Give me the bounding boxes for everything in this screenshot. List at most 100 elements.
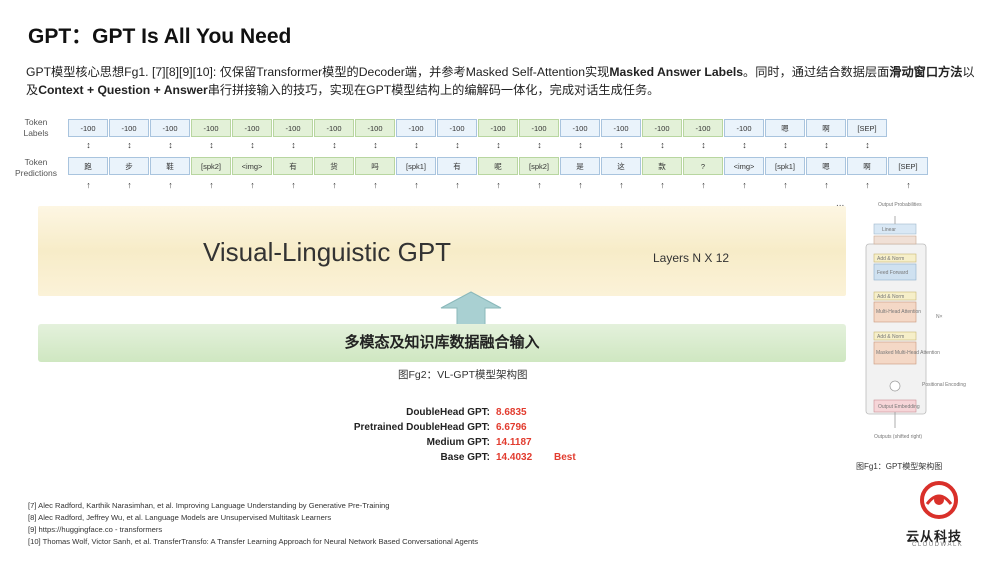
token-cell: 步 <box>109 157 149 175</box>
token-labels-row: -100 -100 -100 -100 -100 -100 -100 -100 -100 -100… <box>68 119 888 137</box>
arrow-icon: ↑ <box>250 180 255 190</box>
token-cell: [spk2] <box>519 157 559 175</box>
fig1-label: Output Probabilities <box>878 202 922 208</box>
token-cell: <img> <box>724 157 764 175</box>
arrow-icon: ↑ <box>619 180 624 190</box>
token-cell: -100 <box>68 119 108 137</box>
arrow-icon: ↕ <box>701 140 706 150</box>
token-cell: -100 <box>683 119 723 137</box>
fig1-label: N× <box>936 314 943 320</box>
results-table: DoubleHead GPT: 8.6835 Pretrained DoubleHe… <box>300 405 600 465</box>
arrow-icon: ↑ <box>373 180 378 190</box>
page-title: GPT：GPT Is All You Need <box>28 25 292 48</box>
fig1-label: Add & Norm <box>877 256 904 262</box>
token-cell: 有 <box>273 157 313 175</box>
token-cell: -100 <box>273 119 313 137</box>
arrow-icon: ↕ <box>578 140 583 150</box>
fig1-label: Feed Forward <box>877 270 908 276</box>
token-cell: -100 <box>355 119 395 137</box>
arrow-icon: ↕ <box>619 140 624 150</box>
token-cell: -100 <box>560 119 600 137</box>
result-score: 6.6796 <box>496 422 527 433</box>
result-row: DoubleHead GPT: 8.6835 <box>300 405 600 420</box>
arrow-icon: ↑ <box>906 180 911 190</box>
token-cell: -100 <box>601 119 641 137</box>
arrow-icon: ↕ <box>332 140 337 150</box>
fig1-label: Linear <box>882 227 896 233</box>
fig1-label: Positional Encoding <box>922 382 966 388</box>
token-cell: [spk1] <box>765 157 805 175</box>
token-cell: 啊 <box>847 157 887 175</box>
reference-item: [7] Alec Radford, Karthik Narasimhan, et… <box>28 501 390 510</box>
token-predictions-title: Token Predictions <box>14 157 58 178</box>
arrow-icon: ↕ <box>168 140 173 150</box>
description: GPT模型核心思想Fg1. [7][8][9][10]: 仅保留Transfor… <box>26 65 975 97</box>
references: [7] Alec Radford, Karthik Narasimhan, et… <box>28 500 478 548</box>
token-predictions-row: 跑步鞋 [spk2] <img> 有货吗 [spk1] 有呢 [spk2] 是这款? <img>… <box>68 157 929 175</box>
result-model-name: Medium GPT: <box>426 437 490 448</box>
fusion-input-label: 多模态及知识库数据融合输入 <box>344 334 540 351</box>
token-cell: <img> <box>232 157 272 175</box>
token-cell: -100 <box>642 119 682 137</box>
token-cell: 款 <box>642 157 682 175</box>
token-cell: -100 <box>478 119 518 137</box>
arrow-icon: ↕ <box>127 140 132 150</box>
arrow-icon: ↑ <box>578 180 583 190</box>
token-cell: -100 <box>191 119 231 137</box>
token-cell: ? <box>683 157 723 175</box>
arrow-icon: ↕ <box>209 140 214 150</box>
arrow-icon: ↑ <box>127 180 132 190</box>
big-up-arrow-icon <box>440 291 502 326</box>
arrow-icon: ↑ <box>291 180 296 190</box>
cloudwalk-logo-icon <box>920 481 958 519</box>
fig1-label: Outputs (shifted right) <box>874 434 922 440</box>
ellipsis: ... <box>836 198 845 209</box>
token-cell: 是 <box>560 157 600 175</box>
arrow-icon: ↕ <box>496 140 501 150</box>
logo-sub: CLOUDWALK <box>912 542 964 548</box>
arrow-icon: ↑ <box>168 180 173 190</box>
arrow-icon: ↑ <box>86 180 91 190</box>
arrow-icon: ↑ <box>824 180 829 190</box>
result-score: 8.6835 <box>496 407 527 418</box>
result-row: Medium GPT: 14.1187 <box>300 435 600 450</box>
gpt-architecture-diagram: Output Probabilities Linear Add & Norm F… <box>865 202 966 440</box>
result-score: 14.1187 <box>496 437 532 448</box>
arrow-icon: ↕ <box>537 140 542 150</box>
arrow-icon: ↕ <box>86 140 91 150</box>
token-cell: -100 <box>519 119 559 137</box>
arrow-icon: ↑ <box>496 180 501 190</box>
arrow-icon: ↑ <box>537 180 542 190</box>
token-cell: 嗯 <box>765 119 805 137</box>
arrow-icon: ↕ <box>742 140 747 150</box>
result-model-name: Pretrained DoubleHead GPT: <box>353 422 490 433</box>
arrow-icon: ↕ <box>824 140 829 150</box>
result-model-name: Base GPT: <box>440 452 490 463</box>
reference-item: [8] Alec Radford, Jeffrey Wu, et al. Lan… <box>28 513 332 522</box>
arrow-icon: ↑ <box>414 180 419 190</box>
arrow-icon: ↕ <box>783 140 788 150</box>
fig1-label: Add & Norm <box>877 334 904 340</box>
token-cell: -100 <box>396 119 436 137</box>
arrow-icon: ↑ <box>701 180 706 190</box>
arrow-icon: ↑ <box>865 180 870 190</box>
reference-item: [10] Thomas Wolf, Victor Sanh, et al. Tr… <box>28 537 479 546</box>
token-cell: 鞋 <box>150 157 190 175</box>
result-row: Base GPT: 14.4032 Best <box>300 450 600 465</box>
arrow-icon: ↑ <box>455 180 460 190</box>
token-cell: [spk1] <box>396 157 436 175</box>
token-cell: [SEP] <box>888 157 928 175</box>
arrow-icon: ↕ <box>291 140 296 150</box>
fig1-label: Masked Multi-Head Attention <box>876 350 940 356</box>
fig1-label: Multi-Head Attention <box>876 309 921 315</box>
arrow-icon: ↕ <box>865 140 870 150</box>
result-note: Best <box>554 452 576 463</box>
arrow-icon: ↕ <box>373 140 378 150</box>
token-labels-title: Token Labels <box>23 117 49 138</box>
model-title: Visual-Linguistic GPT <box>203 237 452 267</box>
arrow-icon: ↕ <box>455 140 460 150</box>
reference-item: [9] https://huggingface.co - transformer… <box>28 525 163 534</box>
result-model-name: DoubleHead GPT: <box>406 407 490 418</box>
token-cell: [spk2] <box>191 157 231 175</box>
arrow-icon: ↑ <box>660 180 665 190</box>
